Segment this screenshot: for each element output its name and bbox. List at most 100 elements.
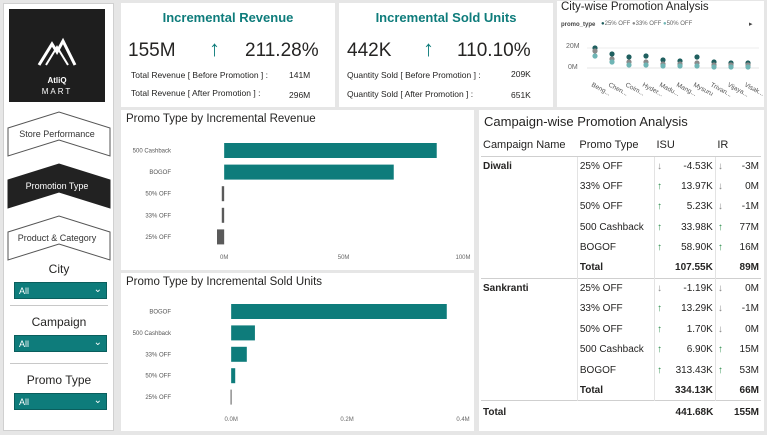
table-row[interactable]: 33% OFF ↑ 13.29K ↓ -1M	[481, 298, 761, 320]
table-row[interactable]: BOGOF ↑ 313.43K ↑ 53M	[481, 359, 761, 381]
promo-type-cell: BOGOF	[576, 359, 655, 381]
kpi-card-units: Incremental Sold Units 442K ↑ 110.10% Qu…	[339, 3, 553, 107]
kpi-revenue-title: Incremental Revenue	[162, 10, 294, 25]
promo-type-cell: 25% OFF	[576, 277, 655, 299]
bar-500-cashback	[231, 325, 255, 341]
bar-25-off	[217, 229, 225, 245]
bar-50-off	[231, 368, 236, 384]
table-header-row: Campaign Name Promo Type ISU IR	[481, 134, 761, 156]
nav-store-performance[interactable]: Store Performance	[4, 110, 113, 162]
city-wise-chart: City-wise Promotion Analysis promo_type …	[557, 1, 764, 107]
kpi-card-revenue: Incremental Revenue 155M ↑ 211.28% Total…	[121, 3, 335, 107]
table-row[interactable]: 50% OFF ↑ 5.23K ↓ -1M	[481, 196, 761, 218]
col-header-ir[interactable]: IR	[715, 134, 761, 156]
promo-type-slicer-dropdown[interactable]: All ⌄	[14, 393, 107, 410]
promo-type-cell: 500 Cashback	[576, 339, 655, 360]
chevron-down-icon: ⌄	[93, 395, 102, 406]
arrow-down-icon: ↓	[717, 201, 723, 213]
ir-cell: ↓ -3M	[714, 155, 761, 177]
table-row[interactable]: 33% OFF ↑ 13.97K ↓ 0M	[481, 176, 761, 197]
arrow-up-icon: ↑	[656, 303, 662, 315]
kpi-revenue-after-value: 296M	[289, 90, 311, 100]
promo-type-cell: 50% OFF	[576, 196, 655, 218]
revenue-bar-chart: Promo Type by Incremental Revenue 500 Ca…	[121, 110, 474, 270]
grand-total-label-cell: Total	[481, 400, 578, 425]
ir-cell: ↑ 15M	[714, 339, 761, 360]
col-header-campaign[interactable]: Campaign Name	[481, 134, 577, 156]
arrow-down-icon: ↓	[717, 181, 723, 193]
table-row[interactable]: 500 Cashback ↑ 6.90K ↑ 15M	[481, 339, 761, 360]
promo-type-cell: 25% OFF	[576, 155, 655, 177]
campaign-slicer-title: Campaign	[31, 315, 87, 329]
ir-cell: ↑ 77M	[714, 217, 761, 238]
col-header-isu[interactable]: ISU	[654, 134, 715, 156]
total-isu-cell: 107.55K	[653, 257, 716, 279]
table-row[interactable]: 50% OFF ↑ 1.70K ↓ 0M	[481, 319, 761, 340]
units-chart-plot: BOGOF 500 Cashback 33% OFF 50% OFF 25% OFF 0.…	[133, 304, 470, 423]
city-dot	[592, 48, 598, 54]
category-label: 25% OFF	[145, 395, 171, 401]
x-tick-label: 50M	[338, 255, 350, 261]
campaign-slicer-dropdown[interactable]: All ⌄	[14, 335, 107, 352]
campaign-table-body: Diwali 25% OFF ↓ -4.53K ↓ -3M 33% OFF ↑ 13.97…	[481, 155, 761, 425]
arrow-up-icon: ↑	[717, 364, 723, 376]
total-isu-cell: 334.13K	[653, 380, 716, 401]
arrow-down-icon: ↓	[717, 323, 723, 335]
chevron-down-icon: ⌄	[93, 284, 102, 295]
table-row[interactable]: Diwali 25% OFF ↓ -4.53K ↓ -3M	[481, 155, 761, 177]
campaign-name-cell	[481, 360, 577, 380]
city-dot	[609, 59, 615, 65]
isu-cell: ↑ 6.90K	[653, 339, 716, 360]
col-header-promo-type[interactable]: Promo Type	[577, 134, 654, 156]
city-slicer-dropdown[interactable]: All ⌄	[14, 282, 107, 299]
table-row[interactable]: Sankranti 25% OFF ↓ -1.19K ↓ 0M	[481, 277, 761, 299]
kpi-units-before-value: 209K	[511, 69, 531, 79]
logo-line2: MART	[41, 87, 73, 96]
table-row[interactable]: BOGOF ↑ 58.90K ↑ 16M	[481, 237, 761, 258]
campaign-name-cell	[481, 319, 577, 339]
arrow-up-icon: ↑	[656, 364, 662, 376]
arrow-up-icon: ↑	[656, 201, 662, 213]
revenue-chart-plot: 500 Cashback BOGOF 50% OFF 33% OFF 25% OFF 0M…	[133, 143, 471, 261]
kpi-revenue-value: 155M	[128, 40, 176, 61]
city-slicer-value: All	[19, 286, 30, 296]
category-label: 33% OFF	[145, 352, 171, 358]
category-label: 50% OFF	[145, 192, 171, 198]
logo-mountain-icon	[37, 37, 77, 66]
arrow-up-icon: ↑	[656, 181, 662, 193]
isu-cell: ↑ 5.23K	[653, 196, 716, 218]
isu-cell: ↓ -4.53K	[653, 155, 716, 177]
nav-promotion-type[interactable]: Promotion Type	[4, 162, 113, 214]
total-ir-cell: 89M	[714, 257, 761, 279]
city-dot	[711, 64, 717, 70]
category-label: 500 Cashback	[133, 331, 172, 337]
x-tick-label: 0M	[220, 255, 228, 261]
nav-product-category[interactable]: Product & Category	[4, 214, 113, 266]
category-label: 500 Cashback	[133, 149, 172, 155]
campaign-name-cell	[481, 340, 577, 360]
kpi-revenue-after-label: Total Revenue [ After Promotion ] :	[131, 88, 261, 98]
arrow-up-icon: ↑	[717, 344, 723, 356]
city-slicer-title: City	[48, 262, 70, 276]
units-bar-chart: Promo Type by Incremental Sold Units BOG…	[121, 273, 474, 431]
grand-total-isu-cell: 441.68K	[654, 400, 716, 425]
arrow-up-icon: ↑	[209, 36, 220, 61]
city-dot	[592, 53, 598, 59]
isu-cell: ↑ 33.98K	[653, 217, 716, 238]
promo-type-cell: 50% OFF	[576, 319, 655, 340]
campaign-name-cell	[481, 197, 577, 217]
isu-cell: ↑ 1.70K	[653, 319, 716, 340]
kpi-units-after-value: 651K	[511, 90, 531, 100]
isu-cell: ↑ 13.97K	[653, 176, 716, 197]
arrow-up-icon: ↑	[717, 242, 723, 254]
table-row[interactable]: 500 Cashback ↑ 33.98K ↑ 77M	[481, 217, 761, 238]
campaign-name-cell: Sankranti	[481, 277, 578, 299]
campaign-slicer-value: All	[19, 339, 30, 349]
arrow-up-icon: ↑	[423, 36, 434, 61]
kpi-revenue-before-label: Total Revenue [ Before Promotion ] :	[131, 70, 269, 80]
total-label-cell: Total	[576, 257, 655, 279]
isu-cell: ↑ 13.29K	[653, 298, 716, 320]
arrow-up-icon: ↑	[656, 221, 662, 233]
arrow-down-icon: ↓	[656, 283, 662, 295]
bar-25-off	[230, 389, 232, 405]
